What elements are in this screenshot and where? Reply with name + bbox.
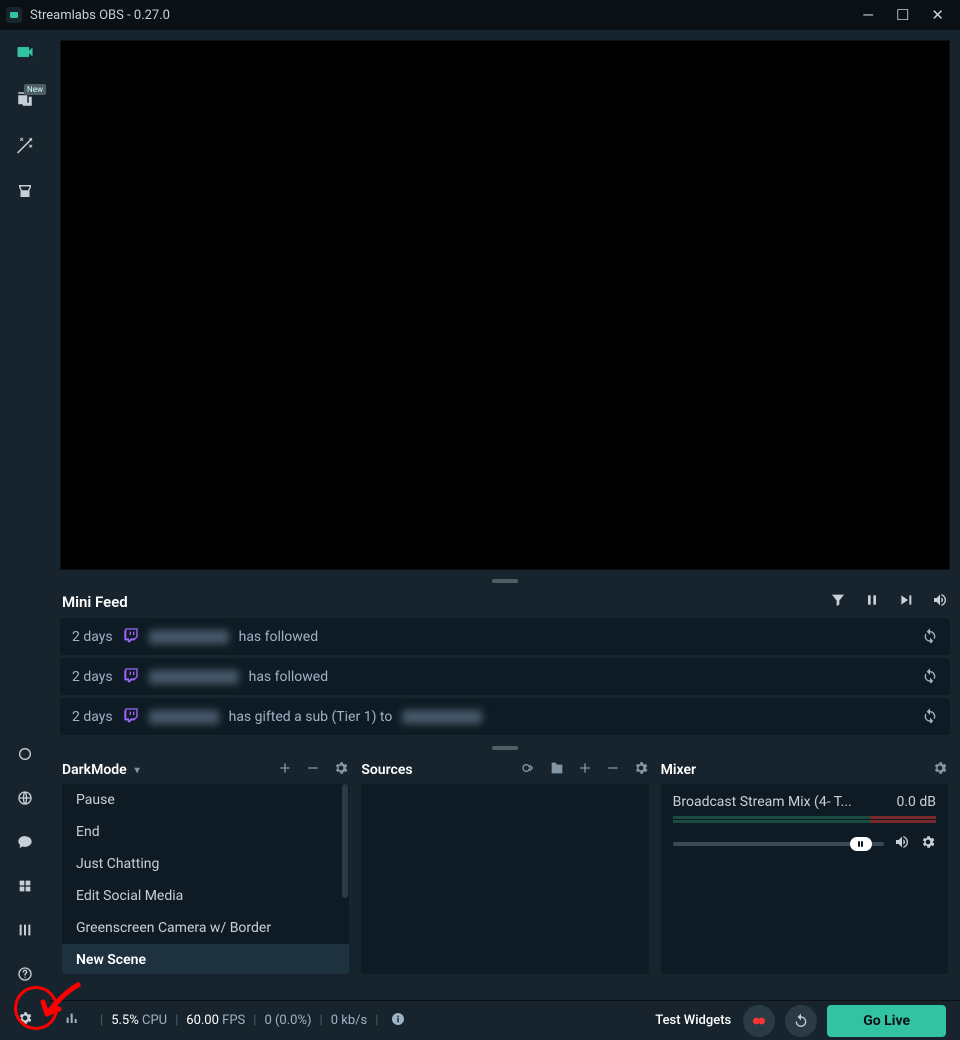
app-icon	[6, 7, 22, 23]
drag-handle[interactable]	[50, 576, 960, 586]
sidebar-themes[interactable]	[16, 136, 34, 158]
new-badge: New	[24, 84, 46, 95]
feed-time: 2 days	[72, 629, 113, 645]
scenes-remove-button[interactable]	[305, 760, 321, 780]
feed-time: 2 days	[72, 669, 113, 685]
minifeed-skip-icon[interactable]	[898, 592, 914, 612]
feed-recipient-redacted	[402, 710, 482, 724]
mixer-source: Broadcast Stream Mix (4- T... 0.0 dB	[661, 784, 948, 864]
feed-replay-icon[interactable]	[922, 707, 938, 727]
sidebar-editor[interactable]	[15, 42, 35, 66]
replay-buffer-button[interactable]	[785, 1005, 817, 1037]
feed-item[interactable]: 2 days has followed	[60, 618, 950, 655]
window-maximize-button[interactable]: ☐	[896, 8, 909, 23]
scenes-settings-button[interactable]	[333, 760, 349, 780]
window-close-button[interactable]: ✕	[931, 8, 944, 23]
twitch-icon	[123, 627, 139, 647]
sidebar-website[interactable]	[17, 790, 33, 810]
sources-panel: Sources	[361, 756, 648, 974]
dropped-frames: 0 (0.0%)	[264, 1013, 311, 1028]
sources-settings-button[interactable]	[633, 760, 649, 780]
feed-replay-icon[interactable]	[922, 667, 938, 687]
bitrate: 0 kb/s	[331, 1013, 368, 1028]
sources-remove-button[interactable]	[605, 760, 621, 780]
sidebar-cloudbot[interactable]	[17, 746, 33, 766]
scene-item[interactable]: New Scene	[62, 944, 349, 974]
scenes-add-button[interactable]	[277, 760, 293, 780]
minifeed-volume-icon[interactable]	[932, 592, 948, 612]
record-button[interactable]	[743, 1005, 775, 1037]
feed-username-redacted	[149, 670, 239, 684]
mixer-title: Mixer	[661, 762, 696, 778]
scene-collection-name: DarkMode	[62, 762, 127, 778]
mixer-volume-slider[interactable]	[673, 842, 884, 846]
mixer-settings-button[interactable]	[932, 760, 948, 780]
chevron-down-icon: ▾	[135, 765, 140, 776]
feed-time: 2 days	[72, 709, 113, 725]
feed-item[interactable]: 2 days has followed	[60, 658, 950, 695]
mixer-slider-thumb[interactable]	[850, 837, 872, 851]
minifeed-title: Mini Feed	[62, 593, 128, 611]
preview-canvas[interactable]	[60, 40, 950, 570]
sidebar-dashboard[interactable]	[17, 878, 33, 898]
sources-transition-button[interactable]	[521, 760, 537, 780]
info-icon[interactable]	[390, 1011, 406, 1031]
drag-handle[interactable]	[50, 742, 960, 754]
fps-value: 60.00	[186, 1013, 219, 1028]
mixer-source-settings-icon[interactable]	[920, 834, 936, 854]
sidebar-help[interactable]	[17, 966, 33, 986]
mixer-db-value: 0.0 dB	[896, 794, 936, 810]
sidebar-layouts[interactable]: New	[16, 90, 34, 112]
sidebar-chat[interactable]	[17, 834, 33, 854]
scrollbar[interactable]	[342, 784, 348, 898]
title-bar: Streamlabs OBS - 0.27.0 — ☐ ✕	[0, 0, 960, 30]
twitch-icon	[123, 707, 139, 727]
feed-text: has followed	[239, 629, 319, 645]
feed-replay-icon[interactable]	[922, 627, 938, 647]
feed-username-redacted	[149, 710, 219, 724]
mixer-mute-icon[interactable]	[894, 834, 910, 854]
feed-text: has gifted a sub (Tier 1) to	[229, 709, 393, 725]
twitch-icon	[123, 667, 139, 687]
sources-add-button[interactable]	[577, 760, 593, 780]
cpu-label: CPU	[142, 1013, 167, 1028]
minifeed-filter-icon[interactable]	[830, 592, 846, 612]
scenes-panel: DarkMode ▾ Pause End Just Chatting Edit …	[62, 756, 349, 974]
mixer-level-meter	[673, 816, 936, 824]
status-footer: | 5.5% CPU | 60.00 FPS | 0 (0.0%) | 0 kb…	[50, 1000, 960, 1040]
test-widgets-button[interactable]: Test Widgets	[655, 1013, 731, 1028]
sources-folder-button[interactable]	[549, 760, 565, 780]
scene-collection-dropdown[interactable]: DarkMode ▾	[62, 762, 140, 778]
stats-icon[interactable]	[64, 1011, 80, 1031]
scene-item[interactable]: End	[62, 816, 349, 848]
left-sidebar: New	[0, 30, 50, 1040]
minifeed-pause-icon[interactable]	[864, 592, 880, 612]
feed-text: has followed	[249, 669, 329, 685]
scene-item[interactable]: Greenscreen Camera w/ Border	[62, 912, 349, 944]
sources-title: Sources	[361, 762, 412, 778]
scene-list: Pause End Just Chatting Edit Social Medi…	[62, 784, 349, 974]
window-minimize-button[interactable]: —	[862, 8, 874, 23]
cpu-value: 5.5%	[111, 1013, 139, 1028]
sidebar-stats[interactable]	[17, 922, 33, 942]
window-title: Streamlabs OBS - 0.27.0	[30, 8, 170, 23]
mixer-source-name: Broadcast Stream Mix (4- T...	[673, 794, 852, 810]
sidebar-settings[interactable]	[17, 1010, 33, 1030]
scene-item[interactable]: Pause	[62, 784, 349, 816]
sidebar-appstore[interactable]	[16, 182, 34, 204]
go-live-button[interactable]: Go Live	[827, 1005, 946, 1037]
feed-username-redacted	[149, 630, 229, 644]
mixer-panel: Mixer Broadcast Stream Mix (4- T... 0.0 …	[661, 756, 948, 974]
scene-item[interactable]: Just Chatting	[62, 848, 349, 880]
feed-item[interactable]: 2 days has gifted a sub (Tier 1) to	[60, 698, 950, 735]
sources-list[interactable]	[361, 784, 648, 974]
fps-label: FPS	[222, 1013, 245, 1028]
scene-item[interactable]: Edit Social Media	[62, 880, 349, 912]
